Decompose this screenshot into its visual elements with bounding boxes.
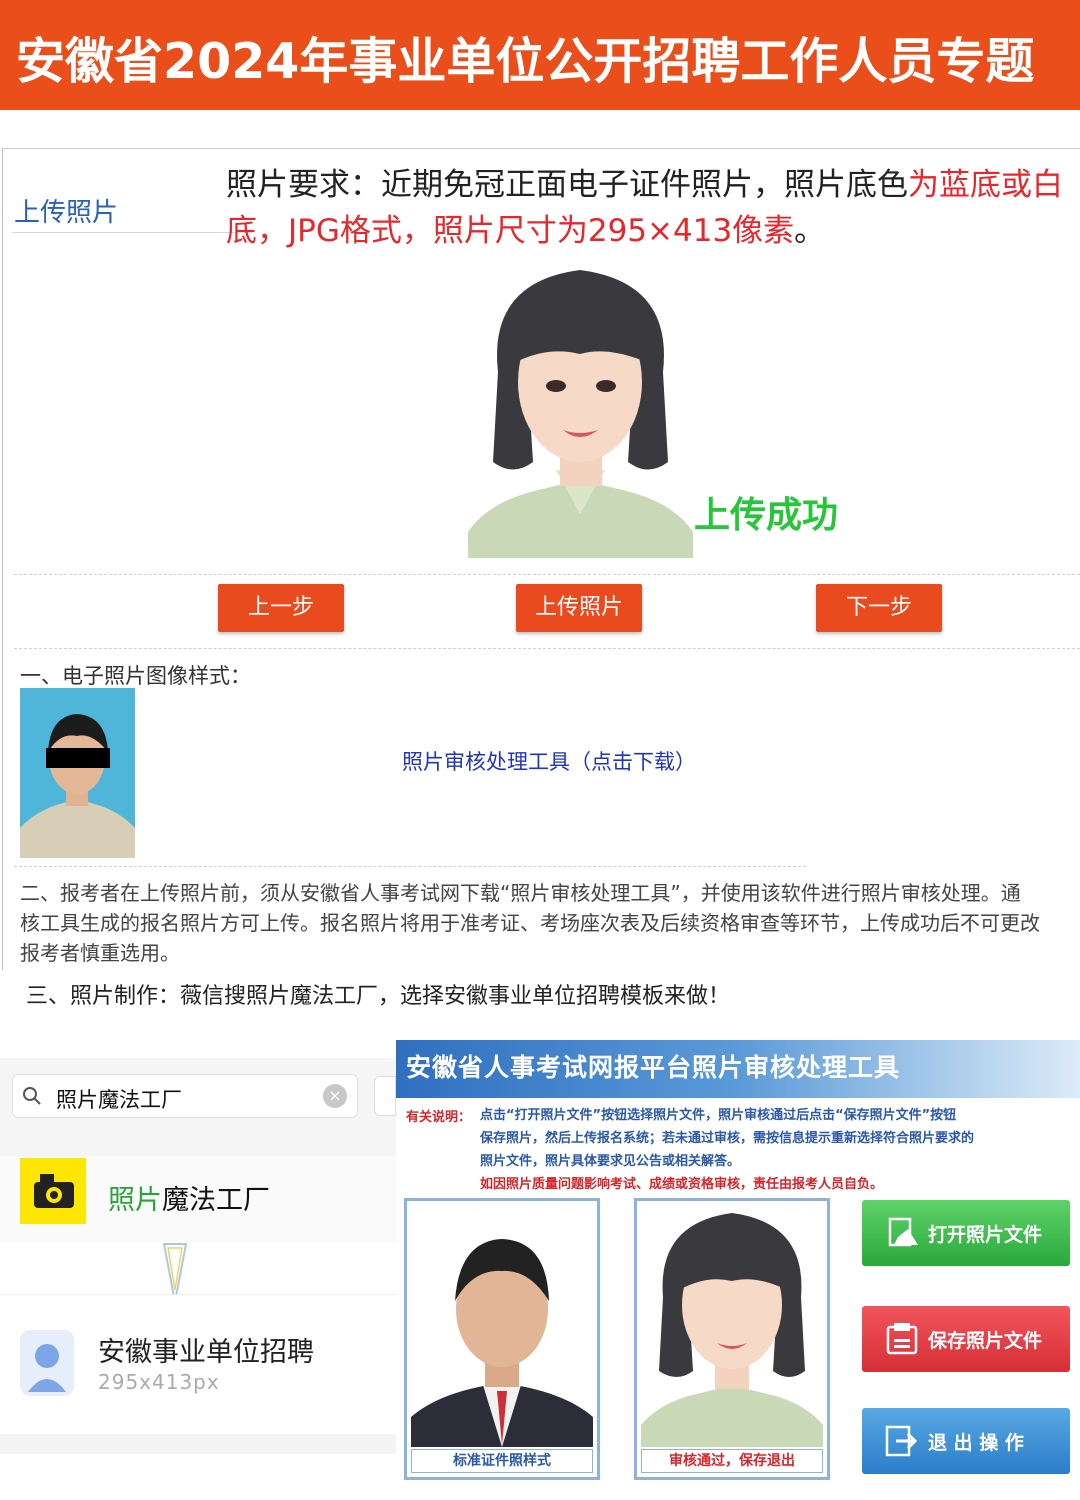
clear-icon[interactable]: × — [323, 1084, 347, 1108]
divider — [12, 232, 252, 233]
result-photo-frame: 审核通过，保存退出 — [634, 1198, 830, 1480]
divider — [14, 648, 1080, 649]
instruction-line: 二、报考者在上传照片前，须从安徽省人事考试网下载“照片审核处理工具”，并使用该软… — [20, 881, 1021, 905]
divider — [14, 574, 1080, 575]
result-woman-photo — [641, 1205, 823, 1447]
result-rest: 魔法工厂 — [162, 1185, 270, 1216]
search-icon — [23, 1087, 41, 1105]
portrait-illustration — [468, 262, 693, 558]
uploaded-photo — [468, 262, 693, 558]
instruction-line: 核工具生成的报名照片方可上传。报名照片将用于准考证、考场座次表及后续资格审查等环… — [20, 911, 1040, 935]
section-instruction-text: 二、报考者在上传照片前，须从安徽省人事考试网下载“照片审核处理工具”，并使用该软… — [20, 878, 1080, 968]
instruction-line: 报考者慎重选用。 — [20, 941, 180, 965]
exit-button[interactable]: 退 出 操 作 — [862, 1408, 1070, 1474]
tool-download-link[interactable]: 照片审核处理工具（点击下载） — [402, 746, 696, 776]
note-line: 点击“打开照片文件”按钮选择照片文件，照片审核通过后点击“保存照片文件”按钮 — [480, 1108, 957, 1123]
search-query: 照片魔法工厂 — [56, 1088, 182, 1112]
sample-man-photo — [411, 1205, 593, 1447]
template-name: 安徽事业单位招聘 — [98, 1337, 314, 1368]
save-photo-button[interactable]: 保存照片文件 — [862, 1306, 1070, 1372]
note-text: 点击“打开照片文件”按钮选择照片文件，照片审核通过后点击“保存照片文件”按钮 保… — [480, 1104, 1076, 1196]
photo-requirement-text: 照片要求：近期免冠正面电子证件照片，照片底色为蓝底或白底，JPG格式，照片尺寸为… — [226, 162, 1076, 254]
save-icon — [886, 1323, 918, 1355]
upload-photo-label: 上传照片 — [14, 198, 119, 228]
search-result-name: 照片魔法工厂 — [108, 1178, 270, 1217]
note-line: 保存照片，然后上传报名系统；若未通过审核，需按信息提示重新选择符合照片要求的 — [480, 1131, 975, 1146]
camera-app-icon — [20, 1158, 86, 1224]
exit-icon — [885, 1425, 918, 1457]
page-title: 安徽省2024年事业单位公开招聘工作人员专题 — [16, 33, 1035, 90]
header-banner: 安徽省2024年事业单位公开招聘工作人员专题 — [0, 0, 1080, 110]
divider — [0, 1434, 396, 1454]
requirement-part: 照片要求：近期免冠正面电子证件照片，照片底色 — [226, 167, 908, 203]
sample-photo — [20, 688, 135, 858]
open-photo-label: 打开照片文件 — [928, 1224, 1043, 1246]
open-file-icon — [888, 1217, 918, 1247]
template-size: 295x413px — [98, 1370, 220, 1394]
template-avatar-icon — [20, 1330, 74, 1396]
tool-title: 安徽省人事考试网报平台照片审核处理工具 — [406, 1053, 901, 1082]
result-caption: 审核通过，保存退出 — [641, 1449, 823, 1473]
section-photo-making-text: 三、照片制作：薇信搜照片魔法工厂，选择安徽事业单位招聘模板来做！ — [26, 984, 731, 1009]
note-line: 如因照片质量问题影响考试、成绩或资格审核，责任由报考人员自负。 — [480, 1177, 884, 1192]
upload-success-text: 上传成功 — [694, 495, 839, 536]
sample-caption: 标准证件照样式 — [411, 1449, 593, 1473]
exit-label: 退 出 操 作 — [928, 1432, 1024, 1454]
sample-photo-frame: 标准证件照样式 — [404, 1198, 600, 1480]
open-photo-button[interactable]: 打开照片文件 — [862, 1200, 1070, 1266]
search-button-edge — [374, 1076, 396, 1116]
requirement-end: 。 — [794, 213, 826, 249]
save-photo-label: 保存照片文件 — [928, 1330, 1043, 1352]
prev-step-button[interactable]: 上一步 — [218, 584, 344, 632]
sample-portrait — [20, 688, 135, 858]
next-step-button[interactable]: 下一步 — [816, 584, 942, 632]
section-photo-style-title: 一、电子照片图像样式： — [20, 664, 251, 688]
result-highlight: 照片 — [108, 1185, 162, 1216]
note-label: 有关说明： — [406, 1110, 472, 1125]
divider — [14, 866, 806, 867]
note-line: 照片文件，照片具体要求见公告或相关解答。 — [480, 1154, 741, 1169]
upload-photo-button[interactable]: 上传照片 — [516, 584, 642, 632]
